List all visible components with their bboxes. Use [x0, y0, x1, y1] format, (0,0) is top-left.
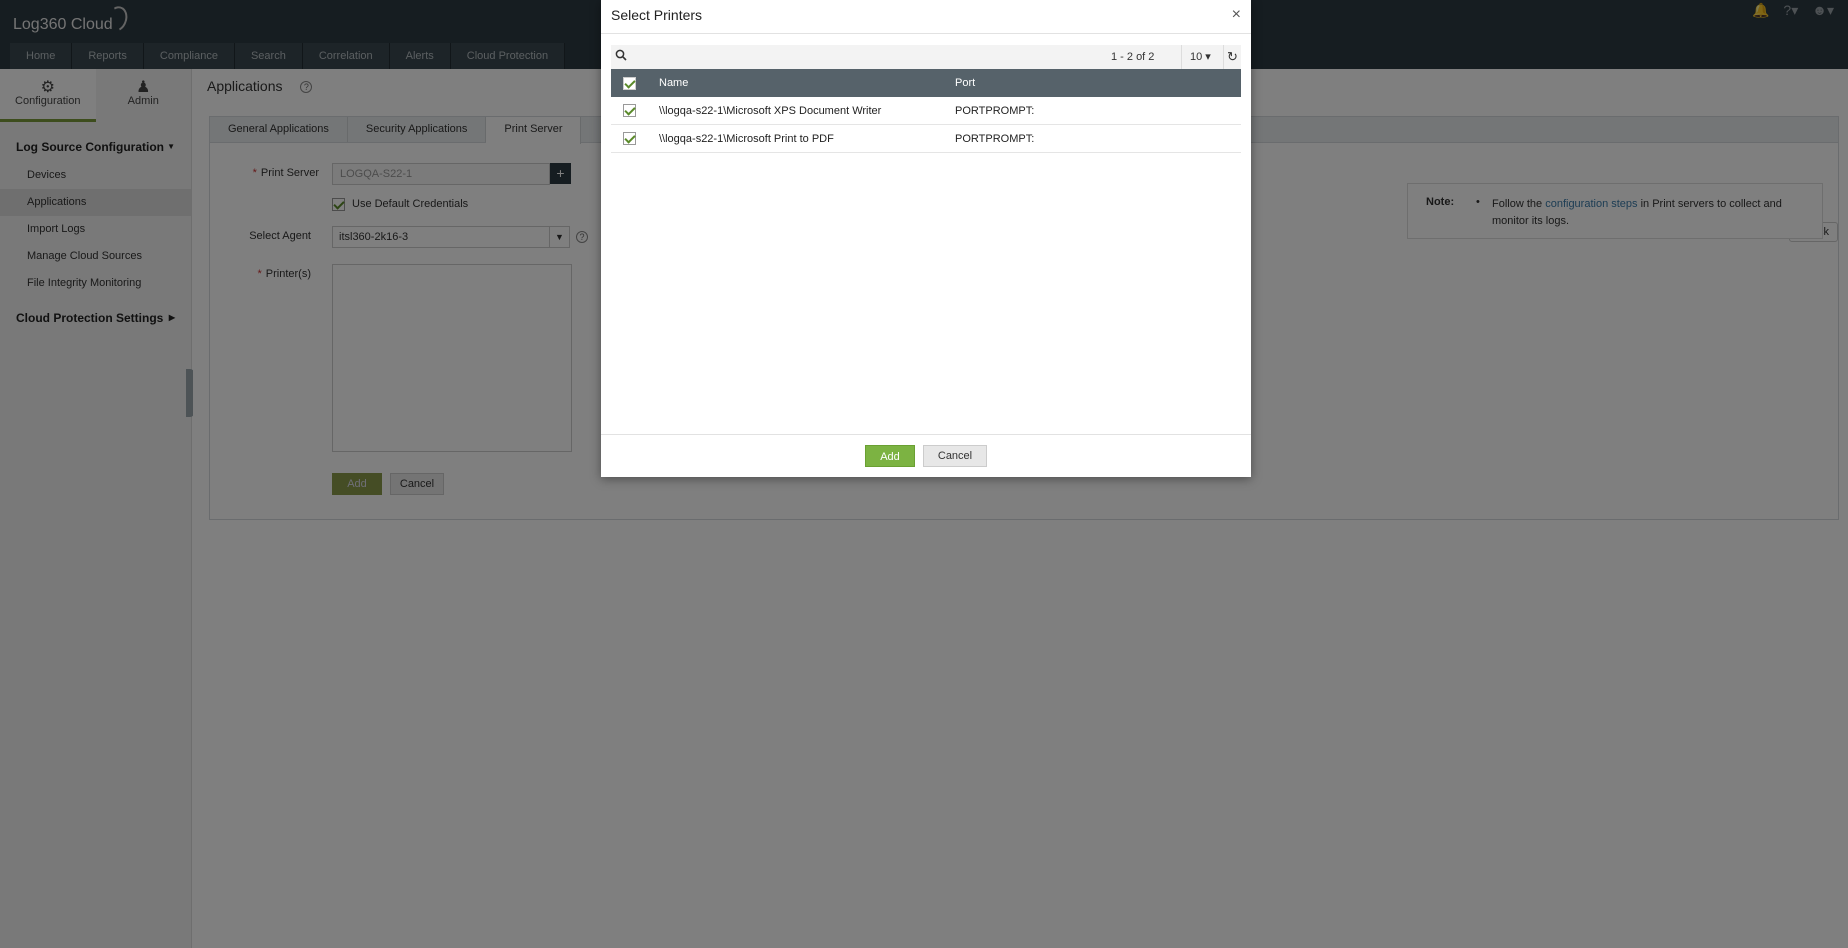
printer-port: PORTPROMPT: [955, 105, 1035, 117]
page-size-select[interactable]: 10 ▾ [1181, 45, 1219, 69]
printer-name: \\logqa-s22-1\Microsoft XPS Document Wri… [659, 105, 882, 117]
grid-toolbar: 1 - 2 of 2 10 ▾ ↻ [611, 45, 1241, 69]
table-row[interactable]: \\logqa-s22-1\Microsoft Print to PDF POR… [611, 125, 1241, 153]
divider [601, 434, 1251, 435]
close-icon[interactable]: × [1232, 6, 1241, 24]
printer-name: \\logqa-s22-1\Microsoft Print to PDF [659, 133, 834, 145]
dialog-cancel-button[interactable]: Cancel [923, 445, 987, 467]
column-header-port[interactable]: Port [955, 77, 975, 89]
dialog-title: Select Printers [611, 7, 703, 23]
select-printers-dialog: Select Printers × 1 - 2 of 2 10 ▾ ↻ Name… [601, 0, 1251, 477]
row-checkbox[interactable] [623, 132, 636, 145]
divider [601, 33, 1251, 34]
row-checkbox[interactable] [623, 104, 636, 117]
refresh-icon[interactable]: ↻ [1223, 45, 1241, 69]
page-size-value: 10 [1190, 51, 1203, 63]
dialog-add-button[interactable]: Add [865, 445, 915, 467]
select-all-checkbox[interactable] [623, 77, 636, 90]
grid-header: Name Port [611, 69, 1241, 97]
printer-port: PORTPROMPT: [955, 133, 1035, 145]
column-header-name[interactable]: Name [659, 77, 688, 89]
table-row[interactable]: \\logqa-s22-1\Microsoft XPS Document Wri… [611, 97, 1241, 125]
search-icon[interactable] [615, 49, 627, 61]
pager-info: 1 - 2 of 2 [1111, 51, 1155, 63]
